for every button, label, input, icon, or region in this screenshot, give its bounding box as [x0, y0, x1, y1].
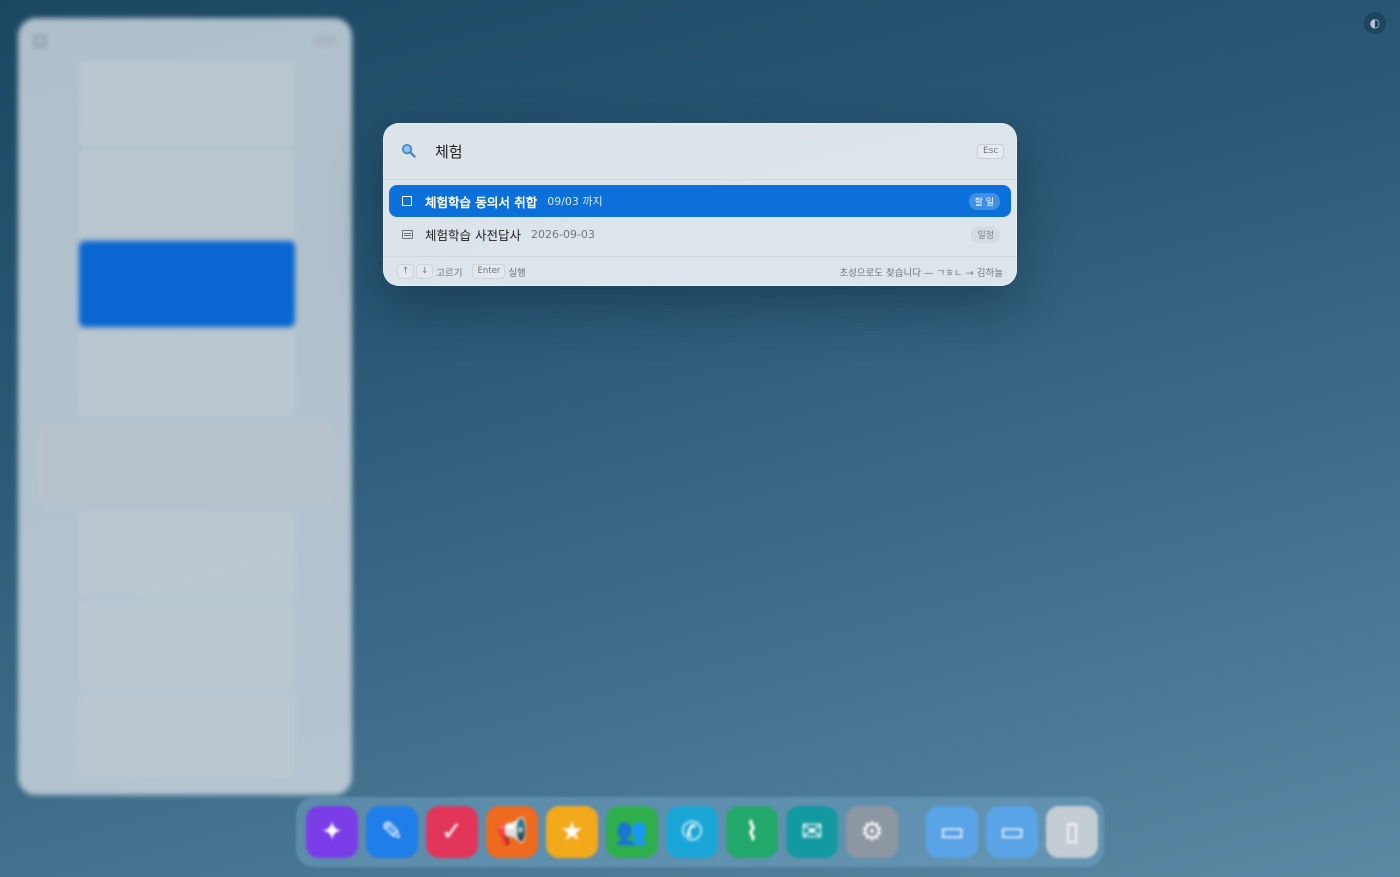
enter-key: Enter [472, 264, 506, 279]
dock-app-megaphone[interactable]: 📢 [486, 806, 538, 858]
result-type-badge: 일정 [971, 225, 1000, 243]
navigate-hint-label: 고르기 [436, 267, 463, 279]
theme-toggle-button[interactable]: ◐ [1364, 12, 1386, 34]
dock-app-folder-2[interactable]: ▭ [986, 806, 1038, 858]
esc-key-hint[interactable]: Esc [977, 144, 1005, 159]
dock-app-phone[interactable]: ✆ [666, 806, 718, 858]
search-bar: Esc [383, 123, 1017, 179]
background-row [18, 421, 352, 507]
result-item-event[interactable]: 체험학습 사전답사 2026-09-03 일정 [389, 218, 1011, 250]
search-icon [401, 143, 416, 158]
execute-hint-label: 실행 [508, 267, 526, 279]
result-type-badge: 할 일 [968, 192, 1000, 210]
dock-app-folder-1[interactable]: ▭ [926, 806, 978, 858]
background-row [18, 61, 352, 147]
dock-app-settings[interactable]: ⚙ [846, 806, 898, 858]
background-row [18, 511, 352, 597]
result-title: 체험학습 사전답사 [425, 227, 521, 243]
background-row [18, 151, 352, 237]
divider [383, 179, 1017, 180]
up-arrow-key: ↑ [397, 264, 415, 279]
dock-app-pen[interactable]: ✎ [366, 806, 418, 858]
result-meta: 09/03 까지 [547, 195, 603, 208]
dock-app-chat[interactable]: ✉ [786, 806, 838, 858]
background-window-button [314, 36, 336, 46]
palette-footer: ↑ ↓ 고르기 Enter 실행 초성으로도 찾습니다 — ㄱㅎㄴ → 김하늘 [383, 257, 1017, 286]
result-title: 체험학습 동의서 취합 [425, 194, 538, 210]
result-meta: 2026-09-03 [530, 227, 595, 241]
dock-app-trash[interactable]: ▯ [1046, 806, 1098, 858]
calendar-icon [34, 35, 46, 47]
background-row [18, 331, 352, 417]
list-icon [401, 229, 413, 239]
down-arrow-key: ↓ [416, 264, 434, 279]
search-input[interactable] [435, 137, 915, 165]
dock-app-people[interactable]: 👥 [606, 806, 658, 858]
background-row [18, 691, 352, 777]
dock-app-broom[interactable]: ⌇ [726, 806, 778, 858]
background-window-title [34, 32, 336, 50]
dock-app-checklist[interactable]: ✓ [426, 806, 478, 858]
checkbox-icon [402, 196, 412, 206]
background-calendar-window [18, 18, 352, 795]
dock-app-star[interactable]: ★ [546, 806, 598, 858]
dock-app-sparkle[interactable]: ✦ [306, 806, 358, 858]
half-circle-icon: ◐ [1369, 16, 1381, 30]
chosung-search-hint: 초성으로도 찾습니다 — ㄱㅎㄴ → 김하늘 [839, 267, 1003, 279]
background-row [18, 241, 352, 327]
background-row [18, 601, 352, 687]
result-item-todo[interactable]: 체험학습 동의서 취합 09/03 까지 할 일 [389, 185, 1011, 217]
command-palette: Esc 체험학습 동의서 취합 09/03 까지 할 일 체험학습 사전답사 2… [383, 123, 1017, 286]
